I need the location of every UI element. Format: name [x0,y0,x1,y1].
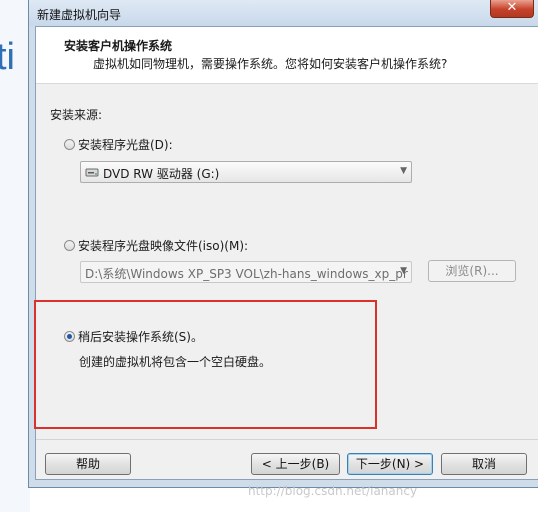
chevron-down-icon: ▼ [400,166,407,176]
close-icon: ✕ [506,0,518,15]
back-button[interactable]: < 上一步(B) [251,453,340,475]
drive-select[interactable]: DVD RW 驱动器 (G:) ▼ [80,161,412,183]
title-bar[interactable]: 新建虚拟机向导 ✕ [29,0,538,26]
help-button[interactable]: 帮助 [45,453,131,475]
watermark-text: http://blog.csdn.net/ianancy [248,484,418,498]
footer-divider [36,439,538,440]
iso-path-combo[interactable]: D:\系统\Windows XP_SP3 VOL\zh-hans_windows… [80,261,412,283]
window-title: 新建虚拟机向导 [37,8,122,22]
browse-button[interactable]: 浏览(R)... [428,260,516,282]
dvd-drive-icon [85,168,99,177]
wizard-header: 安装客户机操作系统 虚拟机如同物理机，需要操作系统。您将如何安装客户机操作系统? [36,27,538,84]
option-install-iso-label[interactable]: 安装程序光盘映像文件(iso)(M): [78,237,248,254]
chevron-down-icon: ▼ [400,266,407,276]
page-title: 安装客户机操作系统 [64,39,173,53]
page-subtitle: 虚拟机如同物理机，需要操作系统。您将如何安装客户机操作系统? [93,57,448,71]
source-label: 安装来源: [50,108,103,122]
next-button[interactable]: 下一步(N) > [347,453,433,475]
option-install-disc-label[interactable]: 安装程序光盘(D): [78,136,173,153]
radio-install-disc[interactable] [64,139,75,150]
drive-select-value: DVD RW 驱动器 (G:) [103,167,220,181]
desktop-background: ti [0,0,30,512]
background-text: ti [0,36,15,78]
radio-install-iso[interactable] [64,240,75,251]
close-button[interactable]: ✕ [490,0,534,18]
cancel-button[interactable]: 取消 [441,453,527,475]
annotation-highlight-box [34,300,377,429]
iso-path-value: D:\系统\Windows XP_SP3 VOL\zh-hans_windows… [85,267,408,281]
